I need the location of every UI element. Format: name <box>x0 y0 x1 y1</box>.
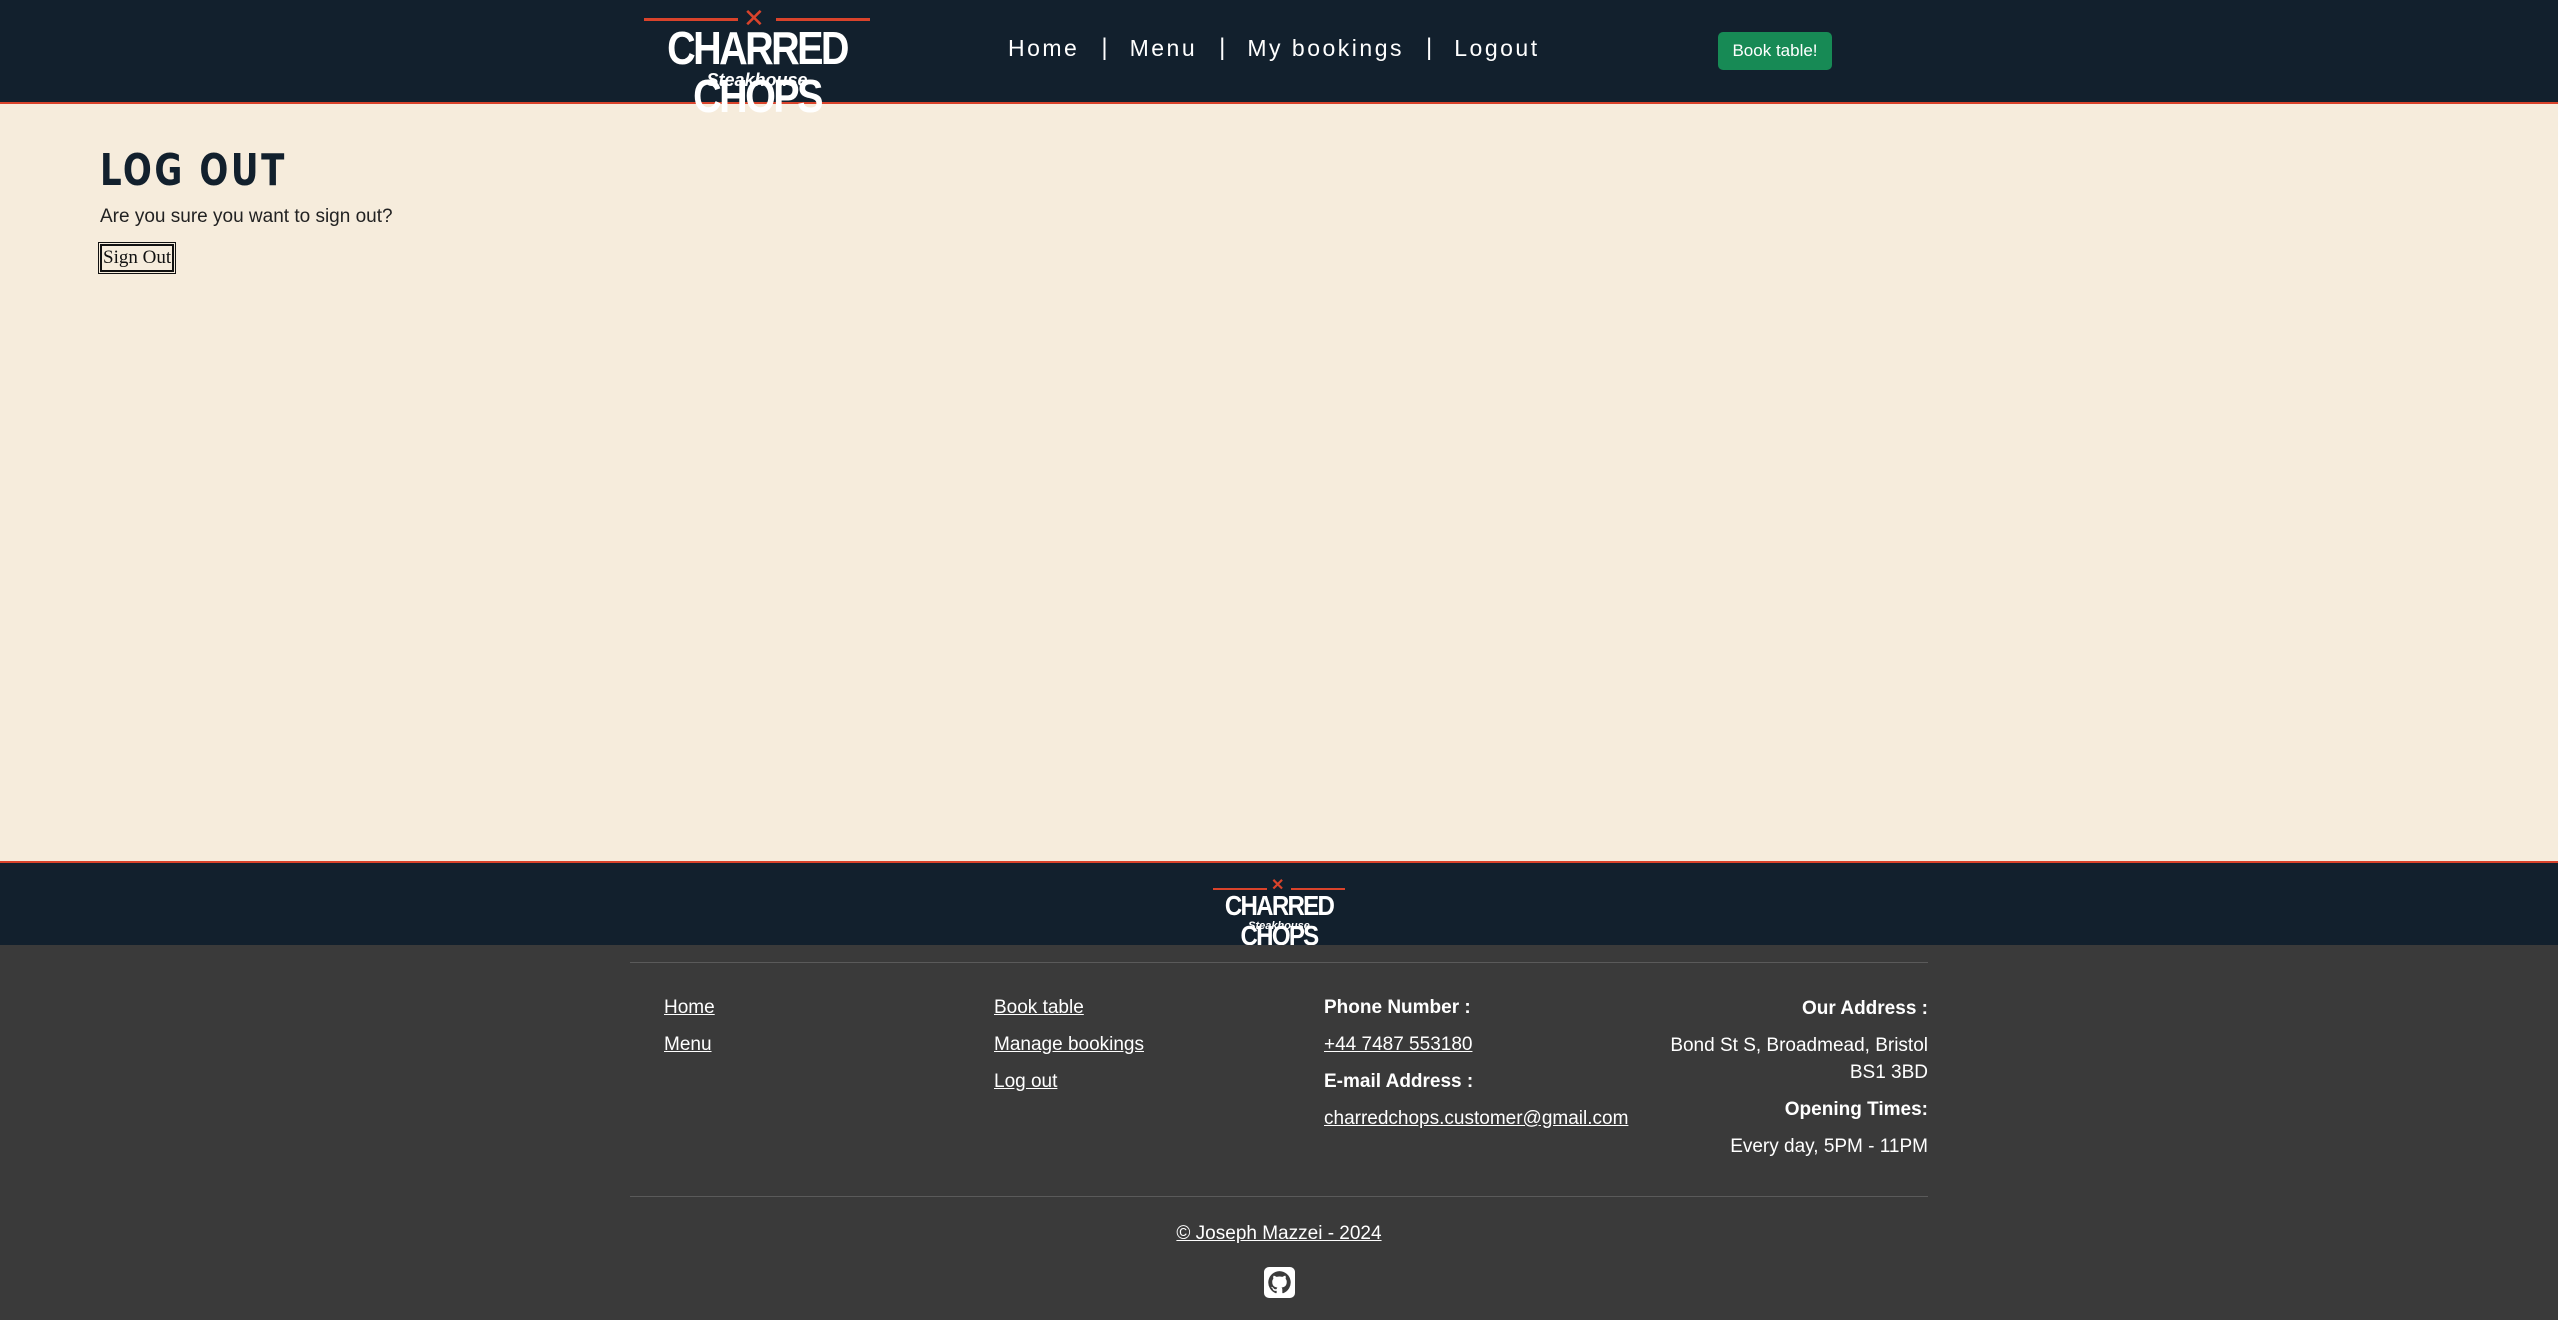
footer-info-col: Our Address : Bond St S, Broadmead, Bris… <box>1648 995 1928 1170</box>
site-logo[interactable]: ✕ CHARRED CHOPS Steakhouse <box>630 6 884 120</box>
footer-logo-subtitle: Steakhouse <box>1248 920 1310 932</box>
logo-subtitle: Steakhouse <box>706 70 808 90</box>
github-icon[interactable] <box>1264 1267 1295 1298</box>
footer-logo-band: ✕ CHARRED CHOPS Steakhouse <box>0 861 2558 951</box>
nav-separator: | <box>1426 34 1433 61</box>
footer-divider <box>630 962 1928 963</box>
signout-prompt: Are you sure you want to sign out? <box>100 206 393 227</box>
nav-logout-link[interactable]: Logout <box>1454 35 1539 62</box>
logo-accent-line-right <box>776 18 870 21</box>
footer-book-table-link[interactable]: Book table <box>994 989 1144 1026</box>
main-nav: Home | Menu | My bookings | Logout <box>1008 30 1540 66</box>
nav-menu-link[interactable]: Menu <box>1130 35 1198 62</box>
book-table-button[interactable]: Book table! <box>1718 32 1832 70</box>
nav-separator: | <box>1101 34 1108 61</box>
logout-section: LOG OUT Are you sure you want to sign ou… <box>97 145 393 274</box>
footer-links-col-1: Home Menu <box>664 989 715 1063</box>
address-label: Our Address : <box>1802 998 1928 1019</box>
site-header: ✕ CHARRED CHOPS Steakhouse Home | Menu |… <box>0 0 2558 120</box>
opening-times-label: Opening Times: <box>1784 1099 1928 1120</box>
phone-link[interactable]: +44 7487 553180 <box>1324 1026 1628 1063</box>
footer-manage-bookings-link[interactable]: Manage bookings <box>994 1026 1144 1063</box>
email-link[interactable]: charredchops.customer@gmail.com <box>1324 1100 1628 1137</box>
copyright-link[interactable]: © Joseph Mazzei - 2024 <box>0 1223 2558 1245</box>
nav-home-link[interactable]: Home <box>1008 35 1079 62</box>
nav-separator: | <box>1219 34 1226 61</box>
github-icon-glyph <box>1268 1271 1291 1294</box>
logo-accent-line-left <box>644 18 738 21</box>
nav-my-bookings-link[interactable]: My bookings <box>1247 35 1404 62</box>
footer-logout-link[interactable]: Log out <box>994 1063 1144 1100</box>
email-label: E-mail Address : <box>1324 1071 1474 1092</box>
address-text: Bond St S, Broadmead, Bristol BS1 3BD <box>1670 1035 1928 1083</box>
sign-out-button[interactable]: Sign Out <box>97 242 177 274</box>
footer-logo: ✕ CHARRED CHOPS Steakhouse <box>1203 878 1355 951</box>
page-title: LOG OUT <box>100 145 287 196</box>
footer-home-link[interactable]: Home <box>664 989 715 1026</box>
phone-label: Phone Number : <box>1324 997 1471 1018</box>
site-footer: Home Menu Book table Manage bookings Log… <box>0 945 2558 1320</box>
footer-contact-col: Phone Number : +44 7487 553180 E-mail Ad… <box>1324 989 1628 1137</box>
footer-divider <box>630 1196 1928 1197</box>
footer-links-col-2: Book table Manage bookings Log out <box>994 989 1144 1100</box>
footer-menu-link[interactable]: Menu <box>664 1026 715 1063</box>
opening-times-text: Every day, 5PM - 11PM <box>1730 1136 1928 1157</box>
